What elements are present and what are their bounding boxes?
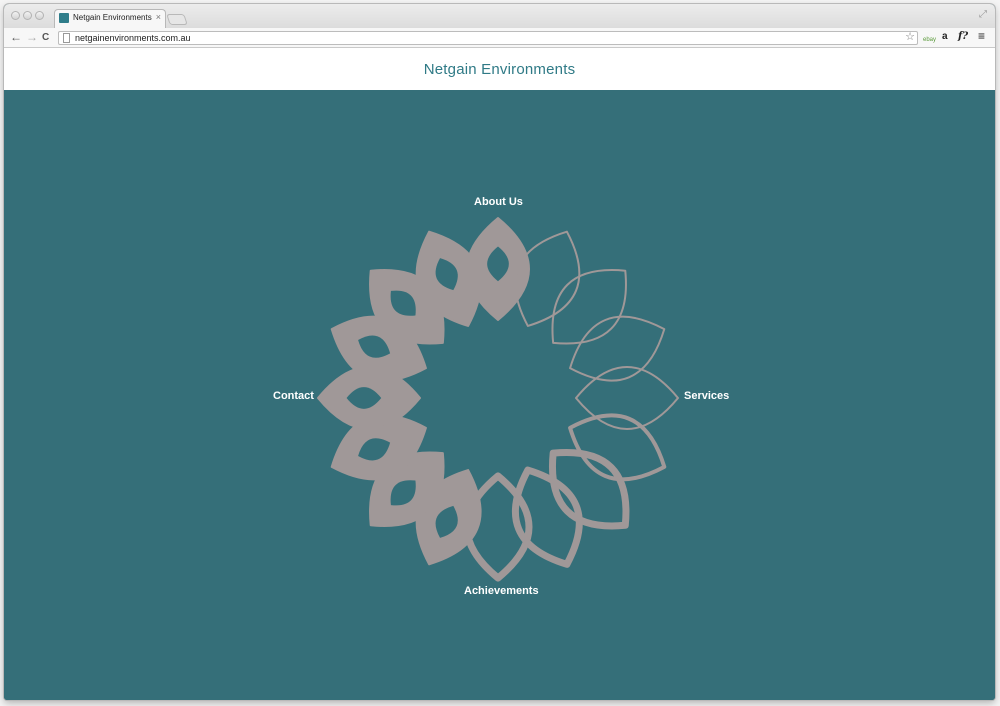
tab-close-icon[interactable]: × — [156, 12, 161, 22]
minimize-window-icon[interactable] — [23, 11, 32, 20]
petal-shape — [548, 448, 630, 530]
address-bar[interactable]: netgainenvironments.com.au ☆ — [58, 31, 918, 45]
fullscreen-icon[interactable]: ⤢ — [979, 9, 987, 20]
menu-link-achievements[interactable]: Achievements — [464, 585, 539, 597]
browser-window: Netgain Environments × ⤢ ← → C netgainen… — [4, 4, 995, 700]
favicon-icon — [59, 13, 69, 23]
forward-icon[interactable]: → — [26, 31, 38, 44]
menu-link-about-us[interactable]: About Us — [474, 196, 523, 208]
main-stage: About Us Services Achievements Contact — [4, 90, 995, 700]
browser-tab[interactable]: Netgain Environments × — [54, 9, 166, 28]
site-title[interactable]: Netgain Environments — [4, 61, 995, 78]
close-window-icon[interactable] — [11, 11, 20, 20]
fx-extension-icon[interactable]: f? — [958, 30, 968, 44]
menu-link-services[interactable]: Services — [684, 390, 729, 402]
flower-logo-graphic — [317, 217, 679, 582]
petal-shape — [569, 315, 666, 382]
bookmark-star-icon[interactable]: ☆ — [905, 31, 915, 44]
url-text[interactable]: netgainenvironments.com.au — [75, 32, 191, 44]
zoom-window-icon[interactable] — [35, 11, 44, 20]
new-tab-button[interactable] — [166, 14, 188, 25]
reload-icon[interactable]: C — [42, 31, 49, 44]
chrome-menu-icon[interactable]: ≡ — [978, 29, 985, 43]
ebay-extension-icon[interactable]: ebay — [923, 33, 936, 47]
site-header: Netgain Environments — [4, 48, 995, 90]
tab-title: Netgain Environments — [73, 13, 152, 22]
back-icon[interactable]: ← — [10, 31, 22, 44]
tab-bar: Netgain Environments × ⤢ — [4, 4, 995, 28]
petal-shape — [551, 269, 627, 345]
amazon-extension-icon[interactable]: a — [942, 30, 948, 44]
page-icon — [63, 33, 70, 43]
browser-toolbar: ← → C netgainenvironments.com.au ☆ ebay … — [4, 28, 995, 48]
menu-link-contact[interactable]: Contact — [273, 390, 314, 402]
